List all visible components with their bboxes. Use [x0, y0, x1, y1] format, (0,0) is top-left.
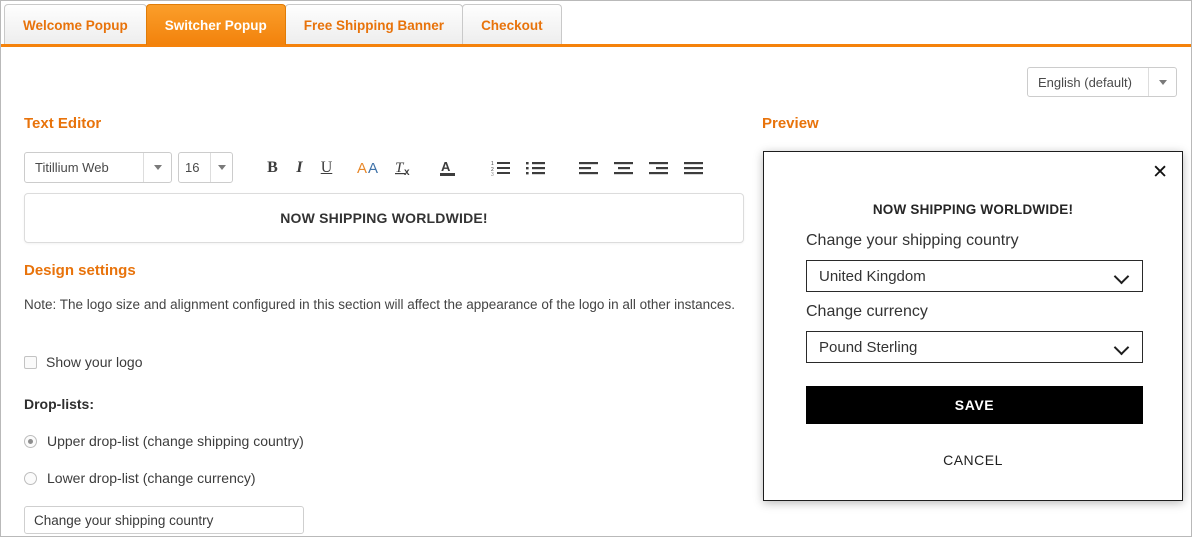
preview-heading: Preview: [762, 115, 819, 132]
editor-content-text: NOW SHIPPING WORLDWIDE!: [280, 210, 488, 226]
currency-select[interactable]: Pound Sterling: [806, 331, 1143, 363]
app-frame: Welcome Popup Switcher Popup Free Shippi…: [0, 0, 1192, 537]
cancel-button[interactable]: CANCEL: [764, 452, 1182, 468]
country-label: Change your shipping country: [806, 232, 1019, 250]
radio-upper-droplist-label: Upper drop-list (change shipping country…: [47, 433, 304, 449]
bold-icon[interactable]: B: [259, 154, 286, 182]
design-settings-note: Note: The logo size and alignment config…: [24, 297, 746, 313]
tab-label: Free Shipping Banner: [304, 18, 444, 33]
save-button[interactable]: SAVE: [806, 386, 1143, 424]
text-style-group: B I U: [259, 154, 340, 182]
chevron-down-icon: [1114, 268, 1130, 284]
tab-label: Switcher Popup: [165, 18, 267, 33]
radio-upper-droplist-dot[interactable]: [24, 435, 37, 448]
show-logo-label: Show your logo: [46, 354, 143, 370]
country-select[interactable]: United Kingdom: [806, 260, 1143, 292]
design-settings-heading: Design settings: [24, 262, 136, 279]
close-icon[interactable]: ✕: [1152, 163, 1168, 182]
numbered-list-icon[interactable]: 1 2 3: [487, 154, 514, 182]
radio-lower-droplist-label: Lower drop-list (change currency): [47, 470, 256, 486]
svg-text:A: A: [357, 160, 367, 177]
country-select-value: United Kingdom: [819, 268, 926, 285]
language-select[interactable]: English (default): [1027, 67, 1177, 97]
svg-text:A: A: [368, 160, 378, 177]
tab-label: Welcome Popup: [23, 18, 128, 33]
align-justify-icon[interactable]: [680, 154, 707, 182]
chevron-down-icon: [210, 153, 232, 182]
popup-title: NOW SHIPPING WORLDWIDE!: [764, 202, 1182, 217]
droplists-heading: Drop-lists:: [24, 396, 94, 412]
editor-toolbar: Titillium Web 16 B I U A A T x: [24, 151, 744, 184]
font-family-value: Titillium Web: [25, 160, 119, 175]
align-center-icon[interactable]: [610, 154, 637, 182]
currency-label: Change currency: [806, 303, 928, 321]
radio-lower-droplist-dot[interactable]: [24, 472, 37, 485]
editor-content-area[interactable]: NOW SHIPPING WORLDWIDE!: [24, 193, 744, 243]
italic-icon[interactable]: I: [286, 154, 313, 182]
chevron-down-icon: [1148, 68, 1176, 96]
tab-free-shipping-banner[interactable]: Free Shipping Banner: [285, 4, 463, 45]
radio-lower-droplist[interactable]: Lower drop-list (change currency): [24, 470, 256, 486]
bullet-list-icon[interactable]: [522, 154, 549, 182]
tab-bar: Welcome Popup Switcher Popup Free Shippi…: [1, 1, 1191, 46]
tab-list: Welcome Popup Switcher Popup Free Shippi…: [4, 3, 561, 45]
droplist-label-input[interactable]: [24, 506, 304, 534]
language-select-value: English (default): [1028, 75, 1142, 90]
preview-popup: ✕ NOW SHIPPING WORLDWIDE! Change your sh…: [763, 151, 1183, 501]
currency-select-value: Pound Sterling: [819, 339, 917, 356]
tab-label: Checkout: [481, 18, 543, 33]
tab-welcome-popup[interactable]: Welcome Popup: [4, 4, 147, 45]
radio-upper-droplist[interactable]: Upper drop-list (change shipping country…: [24, 433, 304, 449]
show-logo-checkbox[interactable]: [24, 356, 37, 369]
align-right-icon[interactable]: [645, 154, 672, 182]
chevron-down-icon: [1114, 339, 1130, 355]
svg-text:A: A: [441, 159, 451, 174]
font-family-select[interactable]: Titillium Web: [24, 152, 172, 183]
underline-icon[interactable]: U: [313, 154, 340, 182]
tab-checkout[interactable]: Checkout: [462, 4, 562, 45]
align-left-icon[interactable]: [575, 154, 602, 182]
show-logo-row: Show your logo: [24, 354, 143, 370]
font-size-select[interactable]: 16: [178, 152, 233, 183]
svg-text:3: 3: [491, 172, 494, 176]
language-select-wrapper: English (default): [1027, 67, 1177, 97]
tab-switcher-popup[interactable]: Switcher Popup: [146, 4, 286, 45]
svg-text:x: x: [404, 167, 410, 177]
font-size-value: 16: [179, 160, 205, 175]
text-color-icon[interactable]: A: [434, 154, 461, 182]
clear-formatting-icon[interactable]: T x: [391, 154, 418, 182]
chevron-down-icon: [143, 153, 171, 182]
text-editor-heading: Text Editor: [24, 115, 101, 132]
font-size-aa-icon[interactable]: A A: [356, 154, 383, 182]
